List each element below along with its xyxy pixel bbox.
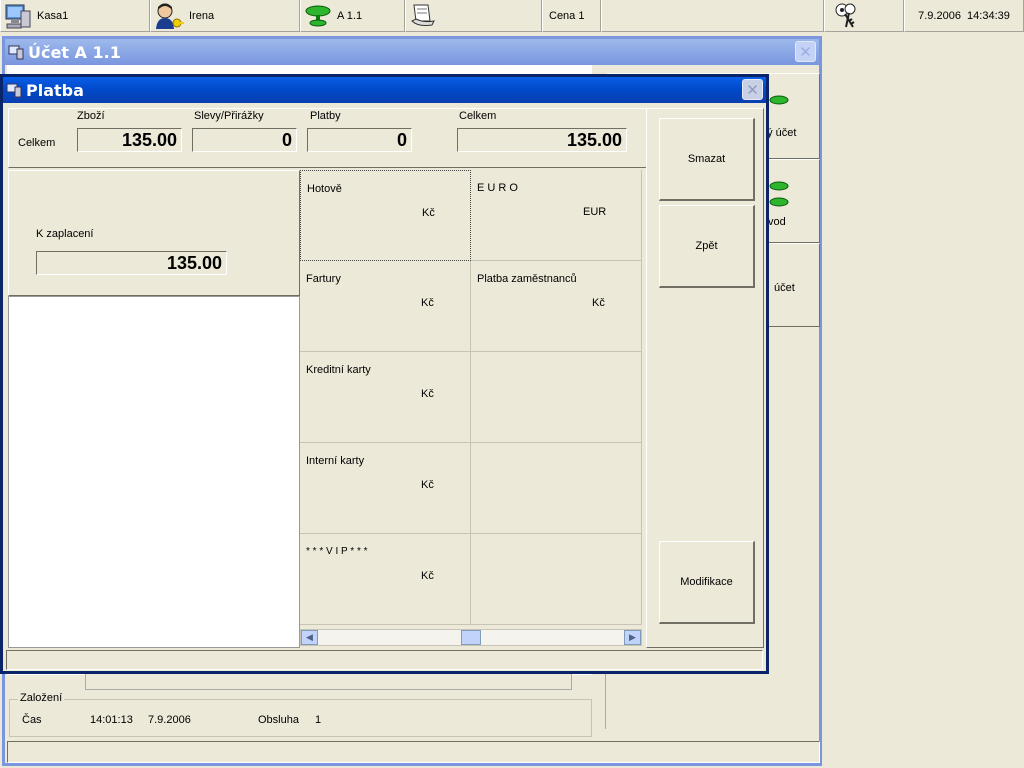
table-segment[interactable]: A 1.1 [300,0,405,32]
empty-segment [601,0,824,32]
window-app-icon [8,45,24,60]
bill-side-button-2-label: vod [768,216,786,228]
totals-row-label: Celkem [18,137,56,149]
price-level-segment[interactable]: Cena 1 [542,0,601,32]
date-value: 7.9.2006 [148,714,191,726]
method-empty-3[interactable] [471,534,642,625]
top-status-bar: Kasa1 Irena A 1.1 Cena 1 7.9.2006 14:34:… [0,0,1024,34]
back-button[interactable]: Zpět [659,205,755,288]
method-empty-1[interactable] [471,352,642,443]
founded-group: Založení Čas 14:01:13 7.9.2006 Obsluha 1 [9,692,592,737]
user-segment[interactable]: Irena [150,0,300,32]
table-icon [769,95,789,105]
goods-label: Zboží [77,110,105,122]
price-level: Cena 1 [549,9,585,22]
to-pay-panel: K zaplacení 135.00 [8,170,300,296]
delete-button[interactable]: Smazat [659,118,755,201]
methods-scrollbar[interactable]: ◀ ▶ [300,629,642,646]
method-employee-currency: Kč [592,297,605,309]
method-credit-cards-currency: Kč [421,388,434,400]
user-key-icon [156,3,184,29]
method-empty-2[interactable] [471,443,642,534]
method-vip-currency: Kč [421,570,434,582]
table-icon [305,5,331,26]
goods-field: 135.00 [77,128,182,152]
method-euro-name: E U R O [477,182,518,194]
receipt-hand-icon [411,4,435,26]
register-name: Kasa1 [37,9,69,22]
user-name: Irena [189,9,215,22]
method-credit-cards-name: Kreditní karty [306,364,371,376]
method-internal-cards[interactable]: Interní karty Kč [300,443,471,534]
bill-status-bar [7,741,820,763]
payment-dialog-title: Platba [26,80,84,100]
window-app-icon [6,83,22,98]
staff-value: 1 [315,714,322,726]
method-euro-currency: EUR [583,206,607,218]
time-label: Čas [22,714,42,726]
staff-label: Obsluha [258,714,299,726]
payments-list[interactable] [8,296,300,648]
method-cash-name: Hotově [307,183,342,195]
total-label: Celkem [459,110,497,122]
table-name: A 1.1 [337,9,363,22]
method-cash-currency: Kč [422,207,435,219]
bill-side-button-3-label: účet [774,282,795,294]
time-value: 14:01:13 [90,714,133,726]
scroll-left-icon[interactable]: ◀ [301,630,318,645]
keys-segment[interactable] [824,0,904,32]
discounts-label: Slevy/Přirážky [194,110,264,122]
method-fartury-currency: Kč [421,297,434,309]
close-icon[interactable]: ✕ [795,41,816,62]
command-column: Smazat Zpět Modifikace [646,108,764,648]
method-credit-cards[interactable]: Kreditní karty Kč [300,352,471,443]
bill-window-title: Účet A 1.1 [28,42,121,62]
method-euro[interactable]: E U R O EUR [471,170,642,261]
register-segment[interactable]: Kasa1 [0,0,150,32]
datetime: 7.9.2006 14:34:39 [918,9,1010,22]
to-pay-field: 135.00 [36,251,227,275]
payment-dialog: Platba ✕ Celkem Zboží 135.00 Slevy/Přirá… [0,74,769,674]
modify-button[interactable]: Modifikace [659,541,755,624]
method-vip[interactable]: * * * V I P * * * Kč [300,534,471,625]
method-employee[interactable]: Platba zaměstnanců Kč [471,261,642,352]
table-icon [769,181,789,207]
keys-icon [835,3,856,28]
method-fartury-name: Fartury [306,273,341,285]
total-field: 135.00 [457,128,627,152]
method-internal-cards-name: Interní karty [306,455,365,467]
totals-panel: Celkem Zboží 135.00 Slevy/Přirážky 0 Pla… [8,108,648,168]
datetime-segment: 7.9.2006 14:34:39 [904,0,1024,32]
scroll-right-icon[interactable]: ▶ [624,630,641,645]
payments-label: Platby [310,110,341,122]
computer-icon [5,4,31,28]
discounts-field: 0 [192,128,297,152]
payment-methods-grid: Hotově Kč E U R O EUR Fartury Kč Platba … [300,170,644,648]
scroll-thumb[interactable] [461,630,481,645]
method-cash[interactable]: Hotově Kč [300,170,471,261]
method-fartury[interactable]: Fartury Kč [300,261,471,352]
close-icon[interactable]: ✕ [742,79,763,100]
to-pay-label: K zaplacení [36,228,94,240]
bill-window-titlebar: Účet A 1.1 ✕ [5,39,819,65]
payment-status-bar [6,650,763,670]
payment-dialog-titlebar: Platba ✕ [3,77,766,103]
method-vip-name: * * * V I P * * * [306,546,368,557]
method-employee-name: Platba zaměstnanců [477,273,577,285]
receipt-segment[interactable] [405,0,542,32]
payments-field: 0 [307,128,412,152]
founded-label: Založení [18,692,65,704]
method-internal-cards-currency: Kč [421,479,434,491]
